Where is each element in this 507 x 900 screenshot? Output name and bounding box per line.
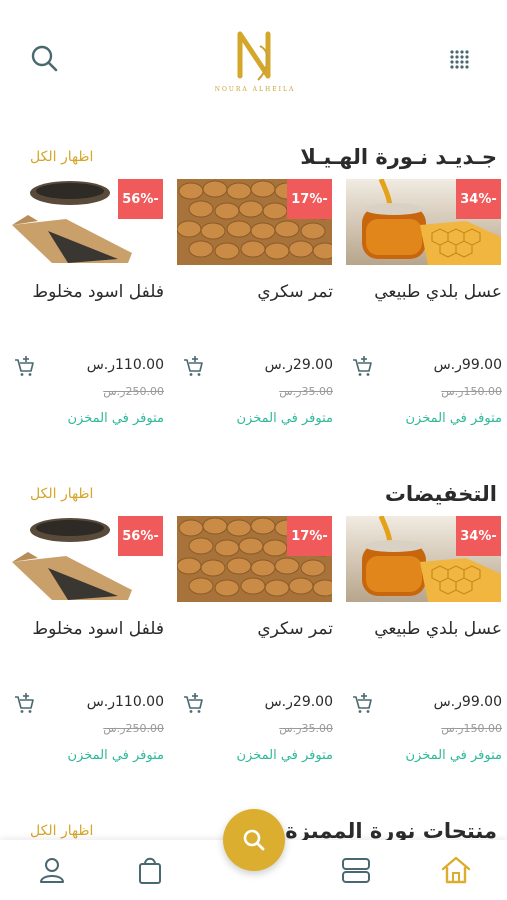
product-image[interactable]: 17%-	[177, 179, 332, 265]
add-to-cart-button[interactable]	[12, 692, 34, 714]
add-to-cart-button[interactable]	[350, 355, 372, 377]
menu-grid-button[interactable]	[445, 45, 475, 75]
add-to-cart-icon	[183, 355, 203, 377]
product-old-price: 150.00ر.س	[441, 722, 502, 735]
product-row: 34%- عسل بلدي طبيعي 99.00ر.س 150.00ر.س م…	[0, 179, 507, 439]
app-header: NOURA ALHEILA	[0, 0, 507, 125]
product-name[interactable]: عسل بلدي طبيعي	[374, 282, 502, 302]
product-row: 34%- عسل بلدي طبيعي 99.00ر.س 150.00ر.س م…	[0, 516, 507, 776]
product-card[interactable]: 56%- فلفل اسود مخلوط 110.00ر.س 250.00ر.س…	[8, 516, 166, 776]
product-card[interactable]: 17%- تمر سكري 29.00ر.س 35.00ر.س متوفر في…	[177, 516, 335, 776]
product-name[interactable]: تمر سكري	[257, 619, 333, 639]
discount-badge: 17%-	[287, 516, 332, 556]
show-all-link[interactable]: اظهار الكل	[30, 149, 93, 165]
bag-icon	[139, 857, 161, 884]
add-to-cart-button[interactable]	[181, 355, 203, 377]
product-image[interactable]: 56%-	[8, 516, 163, 602]
product-card[interactable]: 56%- فلفل اسود مخلوط 110.00ر.س 250.00ر.س…	[8, 179, 166, 439]
add-to-cart-icon	[183, 692, 203, 714]
discount-badge: 34%-	[456, 516, 501, 556]
header-search-button[interactable]	[28, 42, 62, 76]
section-title: التخفيضات	[384, 482, 497, 506]
product-price: 29.00ر.س	[264, 357, 333, 373]
discount-badge: 17%-	[287, 179, 332, 219]
nav-categories[interactable]	[340, 854, 372, 886]
search-icon	[243, 829, 265, 851]
product-price: 99.00ر.س	[433, 357, 502, 373]
nav-cart[interactable]	[134, 854, 166, 886]
product-price: 110.00ر.س	[86, 357, 164, 373]
add-to-cart-icon	[14, 692, 34, 714]
stock-status: متوفر في المخزن	[405, 748, 502, 763]
categories-icon	[342, 858, 370, 883]
product-old-price: 35.00ر.س	[279, 722, 333, 735]
discount-badge: 56%-	[118, 179, 163, 219]
product-image[interactable]: 34%-	[346, 179, 501, 265]
search-fab-button[interactable]	[223, 809, 285, 871]
stock-status: متوفر في المخزن	[67, 411, 164, 426]
nav-profile[interactable]	[36, 854, 68, 886]
product-name[interactable]: تمر سكري	[257, 282, 333, 302]
stock-status: متوفر في المخزن	[67, 748, 164, 763]
product-card[interactable]: 34%- عسل بلدي طبيعي 99.00ر.س 150.00ر.س م…	[346, 179, 504, 439]
product-image[interactable]: 34%-	[346, 516, 501, 602]
logo-caption: NOURA ALHEILA	[214, 86, 296, 93]
section-new-arrivals: جـديـد نـورة الهـيـلا اظهار الكل 34%- عس…	[0, 145, 507, 445]
stock-status: متوفر في المخزن	[405, 411, 502, 426]
grid-dots-icon	[450, 50, 469, 69]
add-to-cart-icon	[352, 692, 372, 714]
add-to-cart-button[interactable]	[181, 692, 203, 714]
add-to-cart-icon	[352, 355, 372, 377]
section-title: جـديـد نـورة الهـيـلا	[300, 145, 497, 169]
stock-status: متوفر في المخزن	[236, 411, 333, 426]
show-all-link[interactable]: اظهار الكل	[30, 486, 93, 502]
product-old-price: 250.00ر.س	[103, 722, 164, 735]
product-old-price: 250.00ر.س	[103, 385, 164, 398]
search-icon	[31, 45, 58, 72]
product-old-price: 35.00ر.س	[279, 385, 333, 398]
product-card[interactable]: 17%- تمر سكري 29.00ر.س 35.00ر.س متوفر في…	[177, 179, 335, 439]
product-old-price: 150.00ر.س	[441, 385, 502, 398]
nav-home[interactable]	[440, 854, 472, 886]
stock-status: متوفر في المخزن	[236, 748, 333, 763]
product-price: 29.00ر.س	[264, 694, 333, 710]
home-icon	[441, 856, 471, 884]
add-to-cart-button[interactable]	[350, 692, 372, 714]
add-to-cart-button[interactable]	[12, 355, 34, 377]
brand-logo: NOURA ALHEILA	[210, 26, 300, 106]
profile-icon	[40, 858, 64, 883]
product-price: 110.00ر.س	[86, 694, 164, 710]
discount-badge: 56%-	[118, 516, 163, 556]
product-name[interactable]: فلفل اسود مخلوط	[32, 282, 164, 302]
discount-badge: 34%-	[456, 179, 501, 219]
section-discounts: التخفيضات اظهار الكل 34%- عسل بلدي طبيعي…	[0, 482, 507, 782]
product-card[interactable]: 34%- عسل بلدي طبيعي 99.00ر.س 150.00ر.س م…	[346, 516, 504, 776]
show-all-link[interactable]: اظهار الكل	[30, 823, 93, 839]
product-name[interactable]: فلفل اسود مخلوط	[32, 619, 164, 639]
product-name[interactable]: عسل بلدي طبيعي	[374, 619, 502, 639]
add-to-cart-icon	[14, 355, 34, 377]
product-image[interactable]: 17%-	[177, 516, 332, 602]
product-price: 99.00ر.س	[433, 694, 502, 710]
product-image[interactable]: 56%-	[8, 179, 163, 265]
